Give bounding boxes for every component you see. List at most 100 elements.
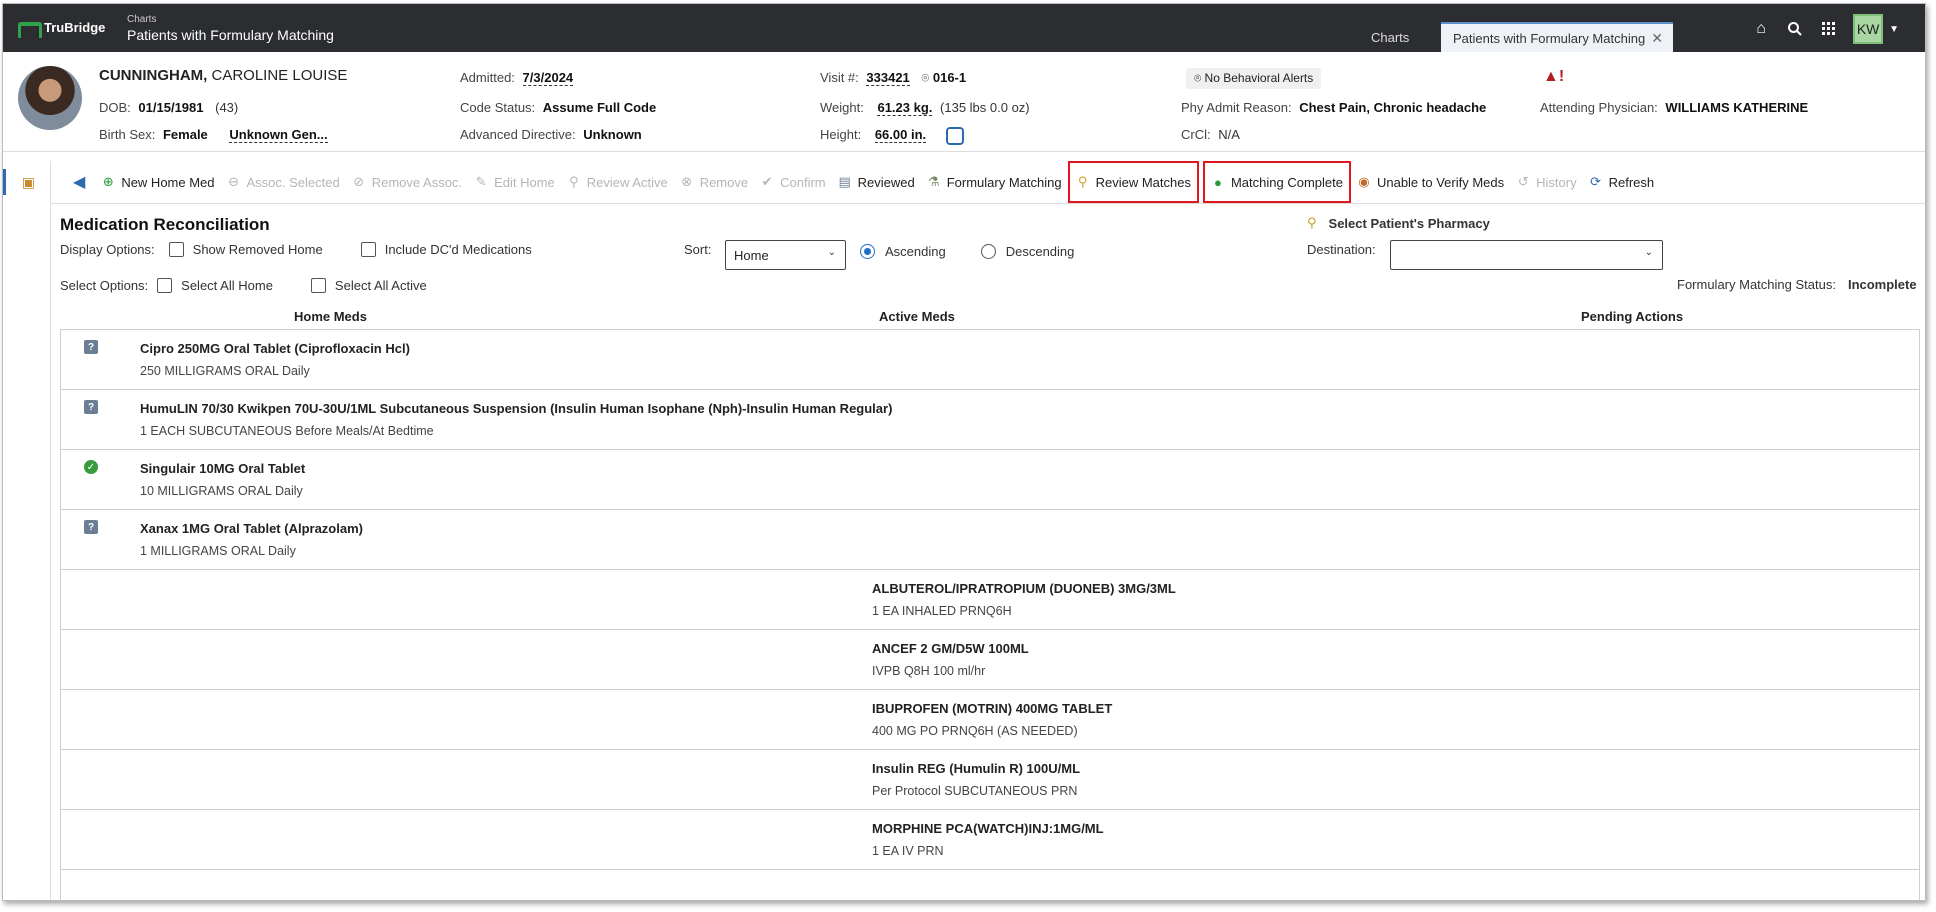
top-bar-actions: ⌂ KW ▼ <box>1751 14 1899 44</box>
sex-field: Birth Sex: Female Unknown Gen... <box>99 127 328 143</box>
review-active-button[interactable]: ⚲ Review Active <box>561 162 674 202</box>
breadcrumb-parent[interactable]: Charts <box>127 14 334 26</box>
table-row[interactable]: ANCEF 2 GM/D5W 100ML IVPB Q8H 100 ml/hr <box>61 630 1919 690</box>
table-row <box>61 870 1919 900</box>
select-all-active-checkbox[interactable] <box>310 278 326 293</box>
magnifier-icon: ⚲ <box>569 174 579 189</box>
apps-grid-icon[interactable] <box>1819 19 1839 39</box>
col-header-pending-actions: Pending Actions <box>1581 309 1684 324</box>
alert-pin-icon: ⌾ <box>1194 71 1202 85</box>
table-row[interactable]: ? Xanax 1MG Oral Tablet (Alprazolam) 1 M… <box>61 510 1919 570</box>
sex-value: Female <box>162 127 208 142</box>
height-value[interactable]: 66.00 in. <box>874 127 927 144</box>
select-options: Select Options: Select All Home Select A… <box>60 278 427 293</box>
history-icon: ↺ <box>1517 174 1529 189</box>
gender-link[interactable]: Unknown Gen... <box>229 127 328 143</box>
advanced-directive-value: Unknown <box>583 127 642 142</box>
table-row[interactable]: IBUPROFEN (MOTRIN) 400MG TABLET 400 MG P… <box>61 690 1919 750</box>
chevron-down-icon[interactable]: ▼ <box>1889 24 1899 35</box>
breadcrumb: Charts Patients with Formulary Matching <box>127 14 334 44</box>
behavioral-alert-badge[interactable]: ⌾ No Behavioral Alerts <box>1186 68 1322 89</box>
close-icon[interactable]: ✕ <box>1651 30 1663 47</box>
patient-banner: CUNNINGHAM, CAROLINE LOUISE DOB: 01/15/1… <box>3 52 1925 152</box>
check-circle-icon: ● <box>1214 174 1222 190</box>
sort-label: Sort: <box>684 242 712 257</box>
weight-field: Weight: 61.23 kg. (135 lbs 0.0 oz) <box>820 100 1030 116</box>
tab-label: Patients with Formulary Matching <box>1453 31 1646 46</box>
unable-to-verify-meds-button[interactable]: ◉ Unable to Verify Meds <box>1351 162 1510 202</box>
col-header-active-meds: Active Meds <box>879 309 955 324</box>
sort-select[interactable]: Home ⌄ <box>725 240 846 270</box>
assoc-selected-button[interactable]: ⊖ Assoc. Selected <box>221 162 346 202</box>
link-icon: ⊖ <box>228 174 239 189</box>
brand-name: TruBridge <box>44 20 106 35</box>
formulary-matching-button[interactable]: ⚗ Formulary Matching <box>921 162 1068 202</box>
sort-order: Ascending Descending <box>860 244 1074 259</box>
room-value: 016-1 <box>932 70 967 85</box>
table-row[interactable]: ? HumuLIN 70/30 Kwikpen 70U-30U/1ML Subc… <box>61 390 1919 450</box>
display-options: Display Options: Show Removed Home Inclu… <box>60 242 532 257</box>
table-row[interactable]: MORPHINE PCA(WATCH)INJ:1MG/ML 1 EA IV PR… <box>61 810 1919 870</box>
chevron-down-icon: ⌄ <box>827 247 836 258</box>
show-removed-home-checkbox[interactable] <box>168 242 184 257</box>
col-header-home-meds: Home Meds <box>294 309 367 324</box>
dob-field: DOB: 01/15/1981 (43) <box>99 100 239 115</box>
chevron-down-icon: ⌄ <box>1644 247 1653 258</box>
admit-reason-field: Phy Admit Reason: Chest Pain, Chronic he… <box>1181 100 1487 115</box>
refresh-button[interactable]: ⟳ Refresh <box>1583 162 1661 202</box>
descending-radio[interactable] <box>980 244 996 259</box>
table-row[interactable]: ALBUTEROL/IPRATROPIUM (DUONEB) 3MG/3ML 1… <box>61 570 1919 630</box>
table-row[interactable]: Insulin REG (Humulin R) 100U/ML Per Prot… <box>61 750 1919 810</box>
fm-status-value: Incomplete <box>1847 277 1917 292</box>
app-logo[interactable]: TruBridge <box>18 20 106 38</box>
column-headers: Home Meds Active Meds Pending Actions <box>60 307 1915 329</box>
patient-photo <box>18 66 82 130</box>
pill-warning-icon: ◉ <box>1358 174 1370 189</box>
visit-value[interactable]: 333421 <box>866 70 910 86</box>
unlink-icon: ⊘ <box>353 174 365 189</box>
matching-complete-button[interactable]: ● Matching Complete <box>1202 161 1351 203</box>
admitted-value[interactable]: 7/3/2024 <box>522 70 574 86</box>
document-check-icon: ▤ <box>838 174 851 189</box>
table-row[interactable]: ? Cipro 250MG Oral Tablet (Ciprofloxacin… <box>61 330 1919 390</box>
page-title: Patients with Formulary Matching <box>127 27 334 43</box>
review-matches-button[interactable]: ⚲ Review Matches <box>1067 161 1199 203</box>
medrec-toolbar: ◀ ⊕ New Home Med ⊖ Assoc. Selected ⊘ Rem… <box>51 161 1925 204</box>
code-status-field: Code Status: Assume Full Code <box>460 100 657 115</box>
edit-home-button[interactable]: ✎ Edit Home <box>468 162 561 202</box>
destination-select[interactable]: ⌄ <box>1390 240 1663 270</box>
confirm-button[interactable]: ✔ Confirm <box>754 162 832 202</box>
clipboard-icon[interactable]: ▣ <box>3 169 51 195</box>
history-button[interactable]: ↺ History <box>1510 162 1582 202</box>
patient-name: CUNNINGHAM, CAROLINE LOUISE <box>99 67 347 84</box>
allergy-warning-icon[interactable]: ▲! <box>1543 68 1564 86</box>
remove-icon: ⊗ <box>681 174 693 189</box>
tab-patients-with-formulary-matching[interactable]: Patients with Formulary Matching ✕ <box>1441 22 1673 52</box>
pills-icon: ⚗ <box>927 174 940 189</box>
check-circle-icon: ✔ <box>761 174 773 189</box>
remove-assoc-button[interactable]: ⊘ Remove Assoc. <box>346 162 468 202</box>
scale-icon[interactable] <box>945 127 964 145</box>
reviewed-button[interactable]: ▤ Reviewed <box>832 162 921 202</box>
home-icon[interactable]: ⌂ <box>1751 19 1771 39</box>
dob-value: 01/15/1981 <box>138 100 204 115</box>
search-icon: ⚲ <box>1077 174 1088 189</box>
crcl-value: N/A <box>1218 127 1240 142</box>
new-home-med-button[interactable]: ⊕ New Home Med <box>95 162 220 202</box>
include-dc-meds-checkbox[interactable] <box>360 242 376 257</box>
remove-button[interactable]: ⊗ Remove <box>674 162 754 202</box>
destination-label: Destination: <box>1307 242 1376 257</box>
user-avatar[interactable]: KW <box>1853 14 1884 44</box>
advanced-directive-field: Advanced Directive: Unknown <box>460 127 642 142</box>
tab-charts[interactable]: Charts <box>1363 27 1417 52</box>
left-rail: ▣ <box>3 161 51 900</box>
refresh-icon: ⟳ <box>1590 174 1602 189</box>
admit-reason-value: Chest Pain, Chronic headache <box>1299 100 1487 115</box>
search-icon[interactable] <box>1785 19 1805 39</box>
back-arrow-icon[interactable]: ◀ <box>73 172 85 192</box>
weight-value[interactable]: 61.23 kg. <box>877 100 933 116</box>
table-row[interactable]: ✓ Singulair 10MG Oral Tablet 10 MILLIGRA… <box>61 450 1919 510</box>
ascending-radio[interactable] <box>860 244 875 259</box>
select-all-home-checkbox[interactable] <box>157 278 173 293</box>
select-pharmacy-link[interactable]: ⚲ Select Patient's Pharmacy <box>1307 215 1490 231</box>
